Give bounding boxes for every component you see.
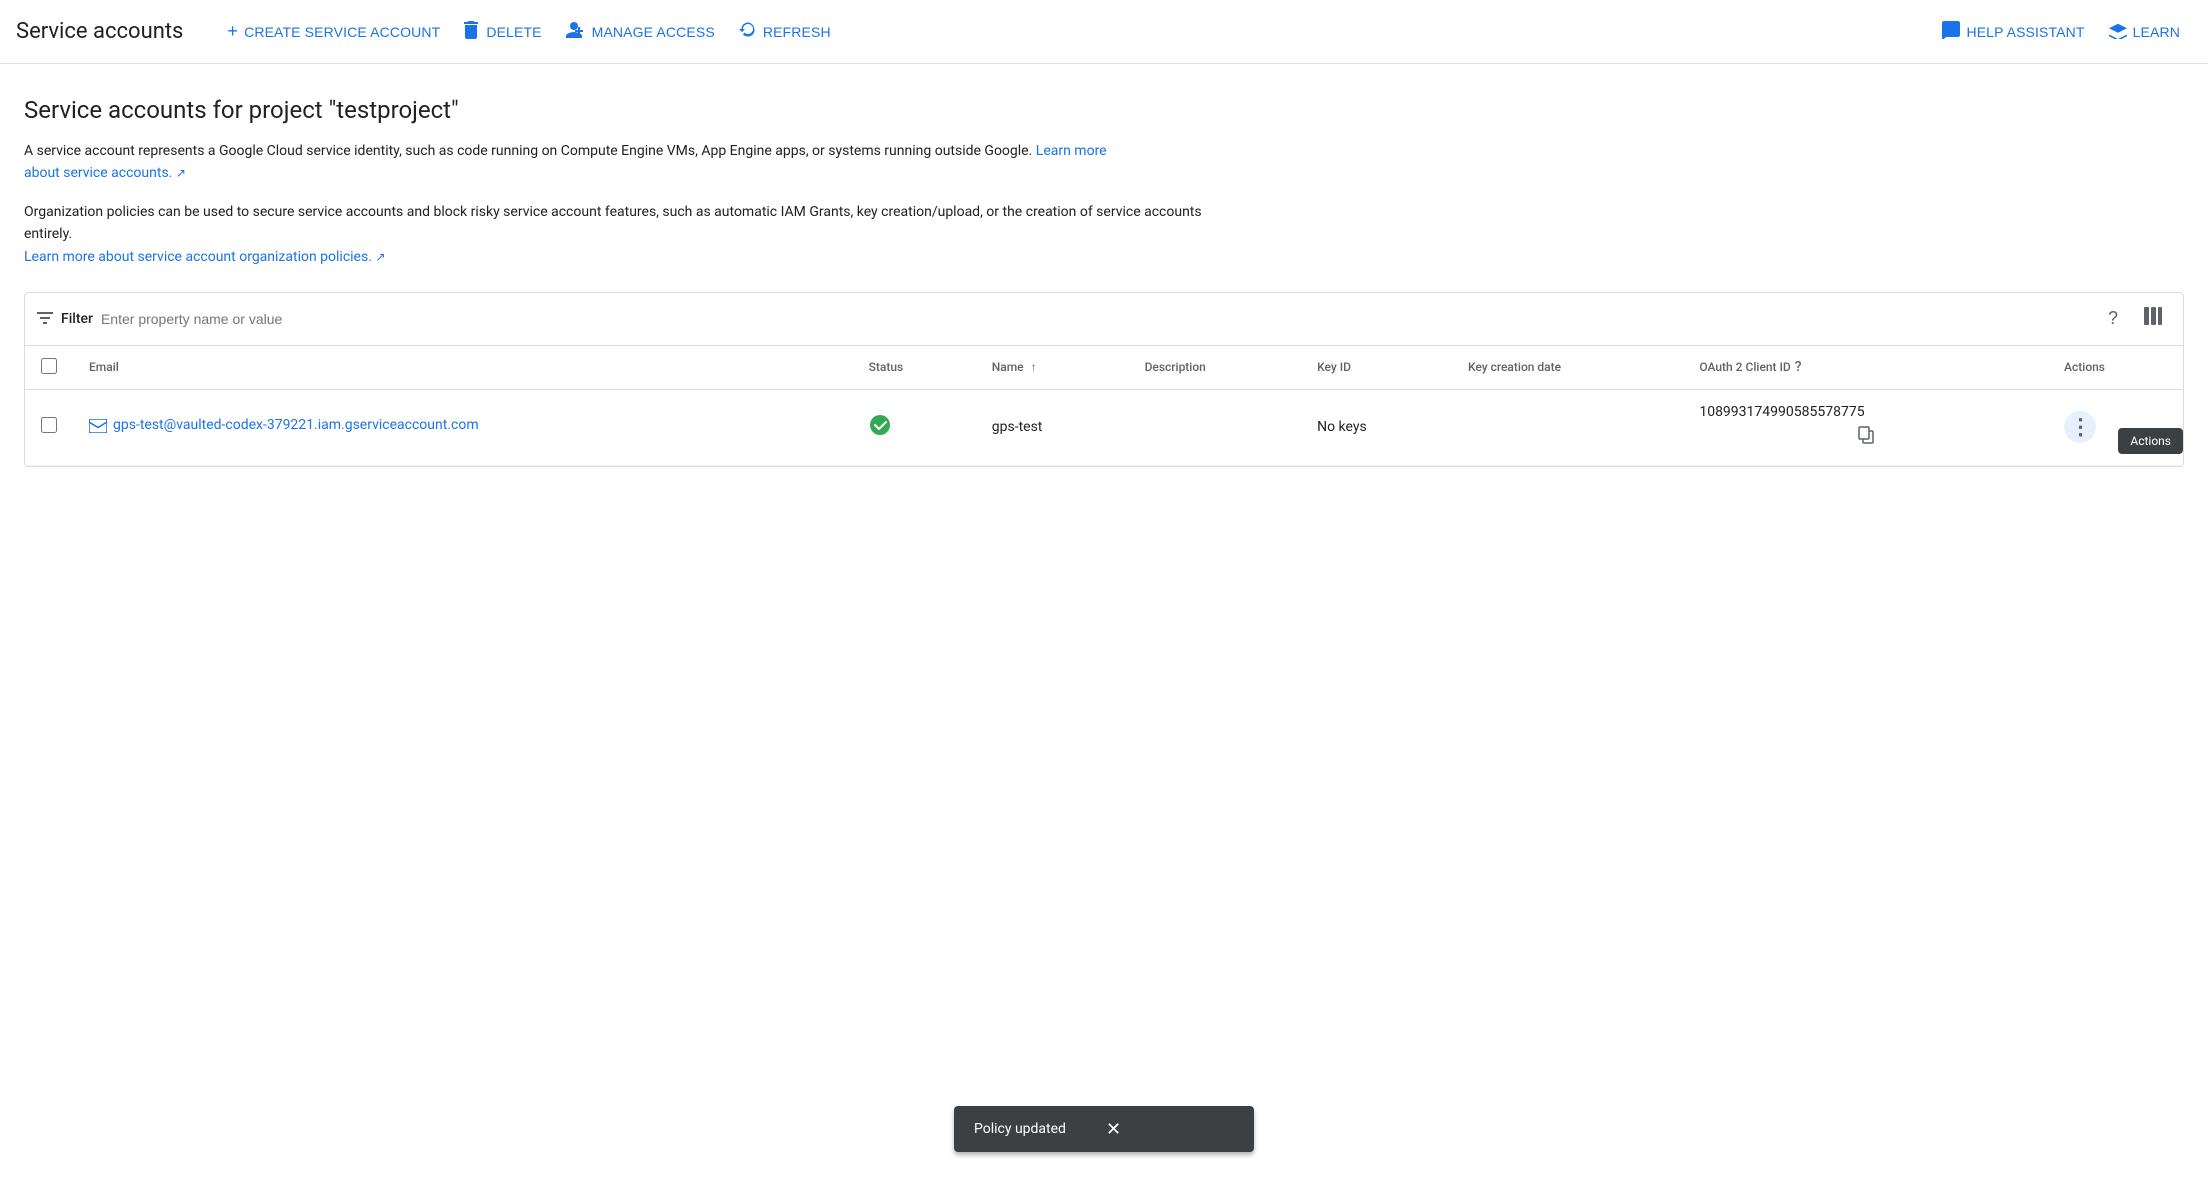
actions-menu-button[interactable]: ⋮	[2064, 411, 2096, 443]
refresh-button-label: REFRESH	[763, 24, 831, 40]
help-assistant-button[interactable]: HELP ASSISTANT	[1930, 13, 2096, 50]
select-all-checkbox[interactable]	[41, 358, 57, 374]
create-service-account-button[interactable]: + CREATE SERVICE ACCOUNT	[215, 13, 452, 50]
key-creation-date-cell	[1452, 389, 1683, 465]
actions-cell: ⋮ Actions	[2048, 389, 2183, 465]
manage-icon	[566, 22, 586, 41]
row-select-cell	[25, 389, 73, 465]
select-all-header	[25, 346, 73, 390]
toolbar: Service accounts + CREATE SERVICE ACCOUN…	[0, 0, 2208, 64]
status-active-icon	[869, 417, 891, 441]
filter-label: Filter	[61, 311, 93, 327]
refresh-button[interactable]: REFRESH	[727, 13, 843, 50]
email-header: Email	[73, 346, 853, 390]
org-policy-text: Organization policies can be used to sec…	[24, 201, 1204, 268]
plus-icon: +	[227, 21, 238, 42]
filter-table-wrapper: Filter ?	[24, 292, 2184, 467]
page-title: Service accounts	[16, 19, 183, 44]
help-assistant-button-label: HELP ASSISTANT	[1966, 24, 2084, 40]
org-policy-link[interactable]: Learn more about service account organiz…	[24, 249, 385, 265]
column-selector-button[interactable]	[2135, 301, 2171, 337]
name-cell: gps-test	[976, 389, 1129, 465]
snackbar-close-button[interactable]: ✕	[1106, 1120, 1121, 1138]
question-mark-icon: ?	[2108, 308, 2118, 329]
filter-bar: Filter ?	[25, 293, 2183, 345]
learn-button[interactable]: LEARN	[2097, 13, 2192, 50]
learn-icon	[2109, 21, 2127, 42]
org-external-link-icon: ↗	[375, 250, 385, 264]
actions-tooltip: Actions	[2118, 428, 2183, 454]
columns-icon	[2143, 306, 2163, 331]
help-assistant-icon	[1942, 21, 1960, 42]
key-id-cell: No keys	[1301, 389, 1452, 465]
filter-actions: ?	[2095, 301, 2171, 337]
create-button-label: CREATE SERVICE ACCOUNT	[244, 24, 440, 40]
filter-help-button[interactable]: ?	[2095, 301, 2131, 337]
learn-button-label: LEARN	[2133, 24, 2180, 40]
filter-icon	[37, 309, 53, 328]
oauth-client-id-header: OAuth 2 Client ID ?	[1683, 346, 2048, 390]
email-link[interactable]: gps-test@vaulted-codex-379221.iam.gservi…	[89, 417, 837, 437]
delete-button[interactable]: DELETE	[452, 13, 553, 50]
copy-oauth-id-button[interactable]	[1699, 424, 2032, 451]
delete-button-label: DELETE	[486, 24, 541, 40]
copy-icon	[1858, 431, 1874, 448]
snackbar: Policy updated ✕	[954, 1106, 1254, 1152]
key-creation-date-header: Key creation date	[1452, 346, 1683, 390]
main-content: Service accounts for project "testprojec…	[0, 64, 2208, 491]
table-header-row: Email Status Name ↑ Description Key ID	[25, 346, 2183, 390]
key-id-header: Key ID	[1301, 346, 1452, 390]
oauth-help-icon[interactable]: ?	[1795, 359, 1802, 375]
manage-access-button[interactable]: MANAGE ACCESS	[554, 14, 727, 49]
table-row: gps-test@vaulted-codex-379221.iam.gservi…	[25, 389, 2183, 465]
row-checkbox[interactable]	[41, 417, 57, 433]
status-header: Status	[853, 346, 976, 390]
actions-header: Actions	[2048, 346, 2183, 390]
sort-icon: ↑	[1031, 360, 1037, 374]
external-link-icon: ↗	[176, 166, 186, 180]
filter-input[interactable]	[101, 311, 2095, 327]
oauth-client-id-cell: 108993174990585578775	[1683, 389, 2048, 465]
description-cell	[1129, 389, 1302, 465]
description-header: Description	[1129, 346, 1302, 390]
manage-access-button-label: MANAGE ACCESS	[592, 24, 715, 40]
name-header[interactable]: Name ↑	[976, 346, 1129, 390]
snackbar-message: Policy updated	[974, 1121, 1066, 1137]
refresh-icon	[739, 21, 757, 42]
project-page-title: Service accounts for project "testprojec…	[24, 96, 2184, 124]
status-cell	[853, 389, 976, 465]
service-account-icon	[89, 418, 107, 437]
description-text: A service account represents a Google Cl…	[24, 140, 1124, 185]
delete-icon	[464, 21, 480, 42]
email-cell: gps-test@vaulted-codex-379221.iam.gservi…	[73, 389, 853, 465]
more-vert-icon: ⋮	[2070, 414, 2091, 440]
service-accounts-table: Email Status Name ↑ Description Key ID	[25, 346, 2183, 466]
